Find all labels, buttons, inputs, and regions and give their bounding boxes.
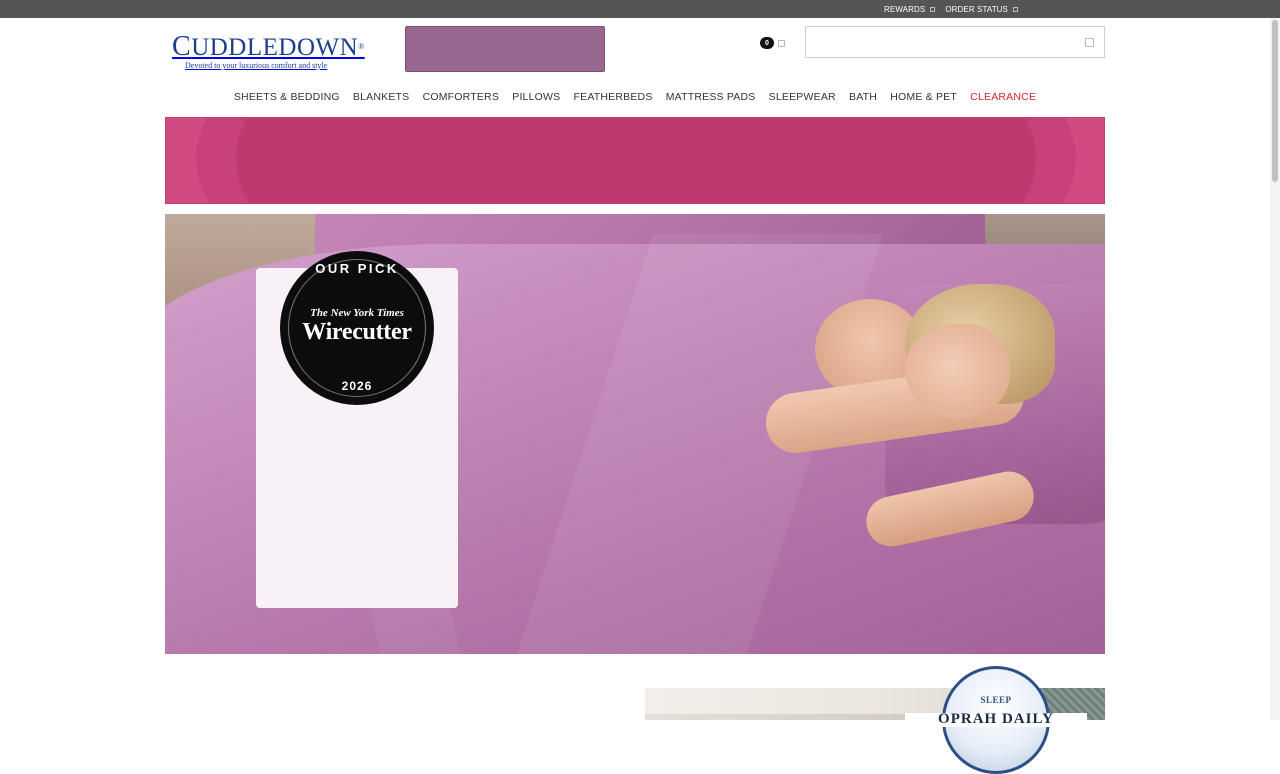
sleep-badge-label: SLEEP xyxy=(980,695,1012,705)
utility-bar: REWARDS ORDER STATUS xyxy=(0,0,1280,18)
nav-pillows[interactable]: PILLOWS xyxy=(512,88,560,106)
order-status-icon xyxy=(1013,6,1018,12)
nav-sleepwear[interactable]: SLEEPWEAR xyxy=(769,88,836,106)
nav-mattress-pads[interactable]: MATTRESS PADS xyxy=(666,88,756,106)
scrollbar-thumb[interactable] xyxy=(1272,20,1278,182)
rewards-link[interactable]: REWARDS xyxy=(884,4,936,14)
hero-model-face xyxy=(905,324,1010,419)
wirecutter-badge: OUR PICK The New York Times Wirecutter 2… xyxy=(280,251,434,405)
order-status-label: ORDER STATUS xyxy=(945,4,1008,14)
banner-ring-inner xyxy=(236,118,1036,203)
nav-home-pet[interactable]: HOME & PET xyxy=(890,88,957,106)
logo-wordmark: CUDDLEDOWN® xyxy=(172,31,365,62)
utility-links: REWARDS ORDER STATUS xyxy=(884,0,1018,18)
cart-count-badge: 0 xyxy=(760,37,774,49)
site-logo[interactable]: CUDDLEDOWN® Devoted to your luxurious co… xyxy=(172,31,372,74)
logo-tagline: Devoted to your luxurious comfort and st… xyxy=(185,61,328,70)
badge-our-pick: OUR PICK xyxy=(315,261,399,276)
badge-year: 2026 xyxy=(341,379,373,393)
nav-featherbeds[interactable]: FEATHERBEDS xyxy=(574,88,653,106)
nav-blankets[interactable]: BLANKETS xyxy=(353,88,409,106)
rewards-icon xyxy=(930,6,936,12)
nav-bath[interactable]: BATH xyxy=(849,88,877,106)
nav-sheets-bedding[interactable]: SHEETS & BEDDING xyxy=(234,88,340,106)
badge-publisher: The New York Times xyxy=(310,307,404,319)
promo-banner[interactable] xyxy=(165,117,1105,204)
nav-comforters[interactable]: COMFORTERS xyxy=(423,88,499,106)
page-scrollbar[interactable] xyxy=(1270,18,1280,720)
cart[interactable]: 0 xyxy=(760,37,785,49)
search-box xyxy=(805,26,1105,58)
badge-brand: Wirecutter xyxy=(302,319,412,345)
sleep-award-badge: SLEEP OPRAH DAILY xyxy=(905,666,1087,774)
cart-icon xyxy=(778,39,785,47)
promo-button[interactable] xyxy=(405,26,605,72)
rewards-label: REWARDS xyxy=(884,4,926,14)
order-status-link[interactable]: ORDER STATUS xyxy=(945,5,1018,14)
main-nav: SHEETS & BEDDING BLANKETS COMFORTERS PIL… xyxy=(0,88,1280,106)
search-input[interactable] xyxy=(806,27,1076,57)
search-icon[interactable] xyxy=(1085,38,1094,47)
nav-clearance[interactable]: CLEARANCE xyxy=(970,88,1036,106)
